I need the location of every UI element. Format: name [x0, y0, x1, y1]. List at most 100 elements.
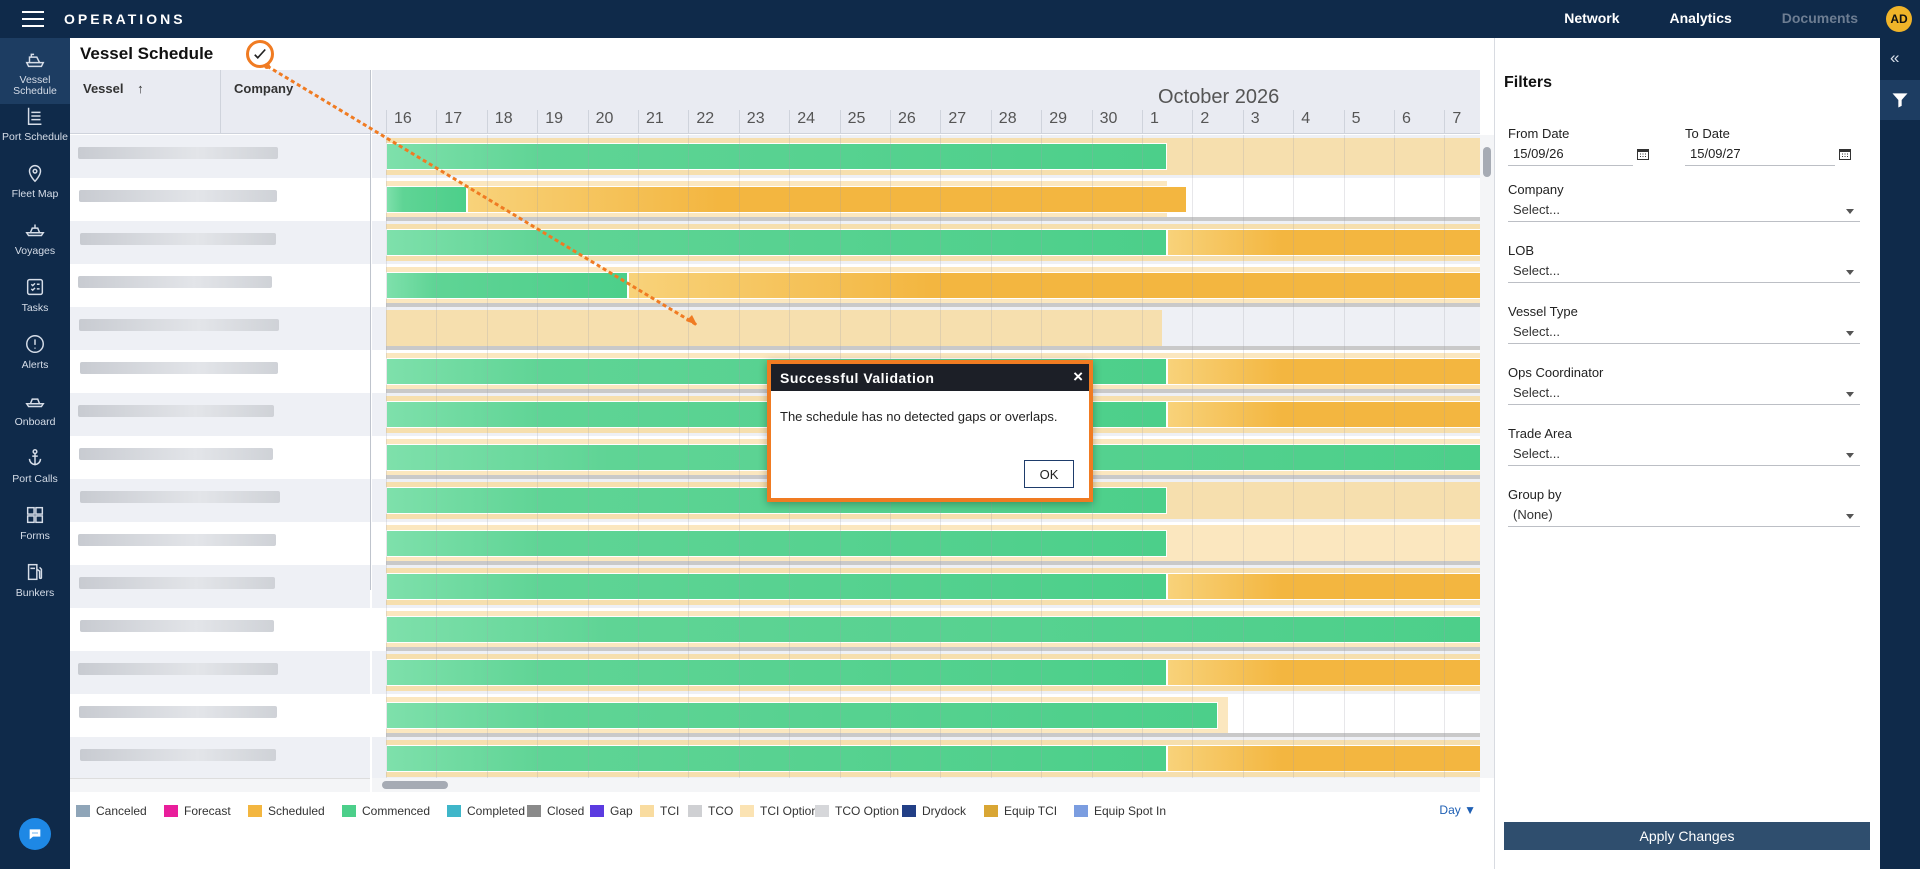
day-label: 21	[646, 110, 664, 127]
scheduled-bar[interactable]	[1167, 401, 1480, 428]
vessel-row[interactable]	[70, 350, 370, 393]
vessel-type-label: Vessel Type	[1508, 304, 1578, 319]
nav-network[interactable]: Network	[1564, 10, 1619, 26]
sidebar-item-label: Port Calls	[12, 473, 58, 485]
nav-documents[interactable]: Documents	[1782, 10, 1858, 26]
day-label: 22	[696, 110, 715, 127]
day-divider	[890, 110, 891, 134]
legend-item: Equip TCI	[984, 804, 1057, 818]
commenced-bar[interactable]	[386, 702, 1218, 729]
vessel-row[interactable]	[70, 178, 370, 221]
day-divider	[1293, 110, 1295, 134]
double-chevron-left-icon[interactable]: «	[1890, 48, 1899, 68]
timeline-header: 16 17 18 19 20 21 22 23 24 25 26 27 28 29 30 1 2 3 4 5 6 7	[372, 70, 1480, 134]
from-date-field[interactable]: 15/09/26	[1508, 144, 1649, 166]
commenced-bar[interactable]	[386, 530, 1168, 557]
sort-ascending-icon: ↑	[137, 81, 144, 96]
legend-swatch	[590, 805, 604, 817]
vessel-row[interactable]	[70, 651, 370, 694]
day-label: 20	[595, 110, 614, 127]
to-date-field[interactable]: 15/09/27	[1685, 144, 1851, 166]
commenced-bar[interactable]	[386, 573, 1168, 600]
vertical-scrollbar[interactable]	[1480, 135, 1494, 778]
legend-label: Forecast	[184, 804, 231, 818]
vessel-row[interactable]	[70, 737, 370, 778]
commenced-bar[interactable]	[386, 229, 1168, 256]
scheduled-bar[interactable]	[1167, 573, 1480, 600]
chat-button[interactable]	[19, 818, 51, 850]
day-divider	[436, 110, 438, 134]
commenced-bar[interactable]	[386, 143, 1168, 170]
ops-coordinator-label: Ops Coordinator	[1508, 365, 1604, 380]
filter-tab[interactable]	[1880, 80, 1920, 120]
sidebar-item-bunkers[interactable]: Bunkers	[0, 551, 70, 617]
vessel-row[interactable]	[70, 307, 370, 350]
scheduled-bar[interactable]	[1167, 229, 1480, 256]
left-horizontal-scrollbar[interactable]	[70, 778, 370, 792]
day-label: 17	[444, 110, 463, 127]
vessel-row[interactable]	[70, 393, 370, 436]
lob-select[interactable]: Select...	[1508, 261, 1860, 283]
nav-analytics[interactable]: Analytics	[1670, 10, 1732, 26]
calendar-icon[interactable]	[1839, 148, 1851, 160]
to-date-value: 15/09/27	[1690, 146, 1741, 161]
filter-icon	[1892, 93, 1908, 108]
company-select[interactable]: Select...	[1508, 200, 1860, 222]
day-divider	[1394, 110, 1395, 134]
from-date-label: From Date	[1508, 126, 1570, 141]
from-date-value: 15/09/26	[1513, 146, 1564, 161]
commenced-bar[interactable]	[386, 745, 1168, 772]
column-header-vessel[interactable]: Vessel ↑	[83, 81, 144, 96]
calendar-icon[interactable]	[1637, 148, 1649, 160]
vessel-row[interactable]	[70, 221, 370, 264]
redacted-vessel-name	[80, 362, 278, 374]
scroll-thumb[interactable]	[1483, 147, 1491, 177]
vessel-row[interactable]	[70, 694, 370, 737]
commenced-bar[interactable]	[386, 616, 1480, 643]
column-header-company[interactable]: Company	[234, 81, 293, 96]
vessel-row[interactable]	[70, 264, 370, 307]
scheduled-bar[interactable]	[1167, 659, 1480, 686]
close-icon[interactable]: ×	[1073, 368, 1083, 386]
legend-item: Equip Spot In	[1074, 804, 1166, 818]
avatar[interactable]: AD	[1886, 6, 1912, 32]
legend-label: Scheduled	[268, 804, 325, 818]
scheduled-bar[interactable]	[1167, 358, 1480, 385]
day-divider	[1192, 110, 1194, 134]
vessel-type-select[interactable]: Select...	[1508, 322, 1860, 344]
vessel-row[interactable]	[70, 135, 370, 178]
main-content: Vessel Schedule Vessel ↑ Company 16 17 18 1…	[70, 38, 1494, 869]
day-label: 5	[1351, 110, 1361, 127]
redacted-vessel-name	[78, 147, 278, 159]
ops-coordinator-select[interactable]: Select...	[1508, 383, 1860, 405]
vessel-row[interactable]	[70, 522, 370, 565]
vessel-row[interactable]	[70, 479, 370, 522]
commenced-bar[interactable]	[386, 272, 628, 299]
day-gridline	[738, 135, 740, 778]
day-label: 28	[998, 110, 1017, 127]
group-by-select[interactable]: (None)	[1508, 505, 1860, 527]
day-gridline	[1343, 135, 1345, 778]
validate-schedule-button[interactable]	[246, 40, 274, 68]
scheduled-bar[interactable]	[627, 272, 1480, 299]
scheduled-bar[interactable]	[466, 186, 1188, 213]
scheduled-bar[interactable]	[1167, 745, 1480, 772]
horizontal-scrollbar[interactable]	[372, 778, 1480, 792]
vessel-row[interactable]	[70, 436, 370, 479]
menu-icon[interactable]	[22, 11, 44, 27]
vessel-row[interactable]	[70, 565, 370, 608]
trade-area-select[interactable]: Select...	[1508, 444, 1860, 466]
day-divider	[1444, 110, 1446, 134]
right-rail: «	[1880, 38, 1920, 869]
sidebar: Vessel Schedule Port Schedule Fleet Map …	[0, 38, 70, 869]
apply-changes-button[interactable]: Apply Changes	[1504, 822, 1870, 850]
commenced-bar[interactable]	[386, 659, 1168, 686]
vessel-row[interactable]	[70, 608, 370, 651]
redacted-vessel-name	[80, 233, 276, 245]
scroll-thumb[interactable]	[382, 781, 448, 789]
legend-swatch	[984, 805, 998, 817]
ok-button[interactable]: OK	[1024, 460, 1074, 488]
commenced-bar[interactable]	[386, 186, 467, 213]
legend-label: TCI Option	[760, 804, 819, 818]
view-mode-select[interactable]: Day ▼	[1439, 803, 1476, 817]
